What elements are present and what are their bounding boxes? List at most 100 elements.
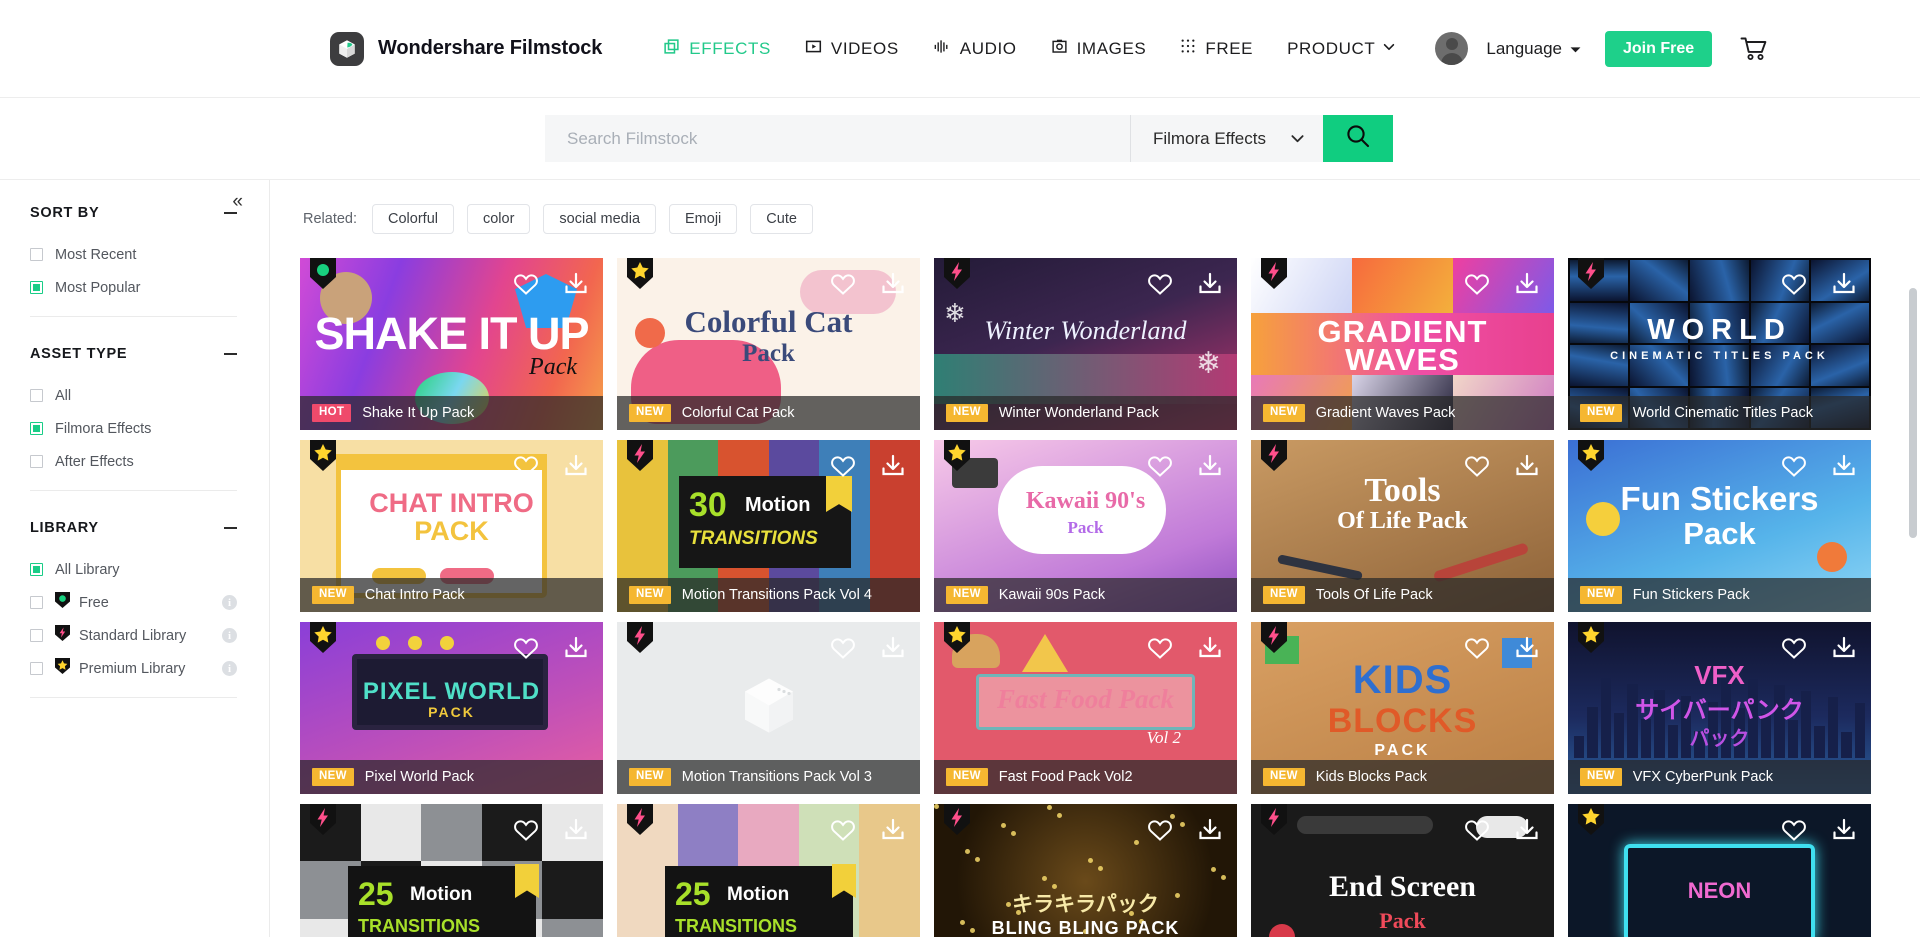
- asset-card[interactable]: WORLD CINEMATIC TITLES PACK NEW World Cine…: [1568, 258, 1871, 430]
- join-free-button[interactable]: Join Free: [1605, 30, 1713, 67]
- asset-card[interactable]: キラキラパック BLING BLING PACK: [934, 804, 1237, 937]
- download-icon[interactable]: [1197, 272, 1223, 296]
- heart-icon[interactable]: [1147, 636, 1173, 660]
- collapse-minus-icon[interactable]: [224, 527, 237, 529]
- nav-item-videos[interactable]: VIDEOS: [788, 25, 916, 73]
- filter-option-all-library[interactable]: All Library: [30, 553, 237, 586]
- heart-icon[interactable]: [1464, 636, 1490, 660]
- heart-icon[interactable]: [830, 272, 856, 296]
- heart-icon[interactable]: [1147, 454, 1173, 478]
- download-icon[interactable]: [1514, 818, 1540, 842]
- asset-card[interactable]: 25 Motion TRANSITIONS: [617, 804, 920, 937]
- related-tag-emoji[interactable]: Emoji: [669, 204, 738, 234]
- chevron-double-left-icon[interactable]: «: [232, 192, 243, 211]
- asset-card[interactable]: KIDS BLOCKS PACK NEW Kids Blocks Pack: [1251, 622, 1554, 794]
- related-tag-social-media[interactable]: social media: [543, 204, 657, 234]
- download-icon[interactable]: [1197, 454, 1223, 478]
- heart-icon[interactable]: [830, 636, 856, 660]
- download-icon[interactable]: [880, 636, 906, 660]
- checkbox-checked[interactable]: [30, 422, 43, 435]
- download-icon[interactable]: [1831, 454, 1857, 478]
- info-icon[interactable]: i: [222, 628, 237, 643]
- asset-card[interactable]: PIXEL WORLD PACK NEW Pixel World Pack: [300, 622, 603, 794]
- filter-group-header[interactable]: SORT BY: [30, 188, 237, 238]
- search-input[interactable]: [545, 115, 1130, 162]
- checkbox[interactable]: [30, 455, 43, 468]
- filter-group-header[interactable]: LIBRARY: [30, 503, 237, 553]
- asset-card[interactable]: Fun Stickers Pack NEW Fun Stickers Pack: [1568, 440, 1871, 612]
- related-tag-colorful[interactable]: Colorful: [372, 204, 454, 234]
- asset-card[interactable]: Winter Wonderland ❄ ❄ NEW Winter Wonderlan…: [934, 258, 1237, 430]
- heart-icon[interactable]: [1781, 272, 1807, 296]
- nav-item-audio[interactable]: AUDIO: [916, 25, 1034, 73]
- download-icon[interactable]: [1514, 272, 1540, 296]
- asset-card[interactable]: Colorful Cat Pack NEW Colorful Cat Pack: [617, 258, 920, 430]
- asset-card[interactable]: Fast Food Pack Vol 2 NEW Fast Food Pack V…: [934, 622, 1237, 794]
- checkbox[interactable]: [30, 389, 43, 402]
- filter-group-header[interactable]: ASSET TYPE: [30, 329, 237, 379]
- checkbox-checked[interactable]: [30, 281, 43, 294]
- heart-icon[interactable]: [830, 818, 856, 842]
- download-icon[interactable]: [1197, 818, 1223, 842]
- nav-item-effects[interactable]: EFFECTS: [646, 25, 788, 73]
- checkbox[interactable]: [30, 248, 43, 261]
- asset-card[interactable]: CHAT INTRO PACK NEW Chat Intro Pack: [300, 440, 603, 612]
- search-category-dropdown[interactable]: Filmora Effects: [1129, 115, 1323, 162]
- heart-icon[interactable]: [1147, 818, 1173, 842]
- checkbox[interactable]: [30, 629, 43, 642]
- download-icon[interactable]: [563, 818, 589, 842]
- collapse-minus-icon[interactable]: [224, 212, 237, 214]
- nav-item-free[interactable]: FREE: [1163, 25, 1270, 73]
- download-icon[interactable]: [880, 272, 906, 296]
- checkbox-checked[interactable]: [30, 563, 43, 576]
- checkbox[interactable]: [30, 596, 43, 609]
- heart-icon[interactable]: [1781, 636, 1807, 660]
- download-icon[interactable]: [563, 272, 589, 296]
- checkbox[interactable]: [30, 662, 43, 675]
- heart-icon[interactable]: [1464, 272, 1490, 296]
- user-avatar-icon[interactable]: [1435, 32, 1469, 65]
- asset-card[interactable]: SHAKE IT UP Pack HOT Shake It Up Pack: [300, 258, 603, 430]
- download-icon[interactable]: [1197, 636, 1223, 660]
- language-selector[interactable]: Language: [1486, 39, 1581, 59]
- filter-option-free[interactable]: Free i: [30, 586, 237, 619]
- heart-icon[interactable]: [830, 454, 856, 478]
- nav-item-product[interactable]: PRODUCT: [1270, 25, 1413, 73]
- asset-card[interactable]: NEON: [1568, 804, 1871, 937]
- brand-logo-link[interactable]: Wondershare Filmstock: [330, 31, 602, 66]
- download-icon[interactable]: [880, 818, 906, 842]
- heart-icon[interactable]: [1147, 272, 1173, 296]
- shopping-cart-icon[interactable]: [1740, 36, 1768, 62]
- filter-option-after-effects[interactable]: After Effects: [30, 445, 237, 478]
- filter-option-most-recent[interactable]: Most Recent: [30, 238, 237, 271]
- asset-card[interactable]: 30 Motion TRANSITIONS NEW Motion Transiti…: [617, 440, 920, 612]
- download-icon[interactable]: [1831, 818, 1857, 842]
- filter-option-standard-library[interactable]: Standard Library i: [30, 619, 237, 652]
- download-icon[interactable]: [1831, 636, 1857, 660]
- asset-card[interactable]: Kawaii 90's Pack NEW Kawaii 90s Pack: [934, 440, 1237, 612]
- filter-option-premium-library[interactable]: Premium Library i: [30, 652, 237, 685]
- search-submit-button[interactable]: [1323, 115, 1393, 162]
- heart-icon[interactable]: [513, 454, 539, 478]
- collapse-minus-icon[interactable]: [224, 353, 237, 355]
- filter-option-all[interactable]: All: [30, 379, 237, 412]
- download-icon[interactable]: [1514, 636, 1540, 660]
- download-icon[interactable]: [1831, 272, 1857, 296]
- asset-card[interactable]: NEW Motion Transitions Pack Vol 3: [617, 622, 920, 794]
- download-icon[interactable]: [563, 636, 589, 660]
- heart-icon[interactable]: [513, 636, 539, 660]
- heart-icon[interactable]: [1781, 818, 1807, 842]
- filter-option-most-popular[interactable]: Most Popular: [30, 271, 237, 304]
- info-icon[interactable]: i: [222, 595, 237, 610]
- asset-card[interactable]: 25 Motion TRANSITIONS: [300, 804, 603, 937]
- asset-card[interactable]: End Screen Pack: [1251, 804, 1554, 937]
- download-icon[interactable]: [1514, 454, 1540, 478]
- heart-icon[interactable]: [513, 818, 539, 842]
- heart-icon[interactable]: [1781, 454, 1807, 478]
- asset-card[interactable]: VFX サイバーパンク パック NEW VFX CyberPunk Pack: [1568, 622, 1871, 794]
- download-icon[interactable]: [563, 454, 589, 478]
- heart-icon[interactable]: [1464, 818, 1490, 842]
- related-tag-cute[interactable]: Cute: [750, 204, 813, 234]
- heart-icon[interactable]: [1464, 454, 1490, 478]
- scrollbar-thumb[interactable]: [1909, 288, 1917, 538]
